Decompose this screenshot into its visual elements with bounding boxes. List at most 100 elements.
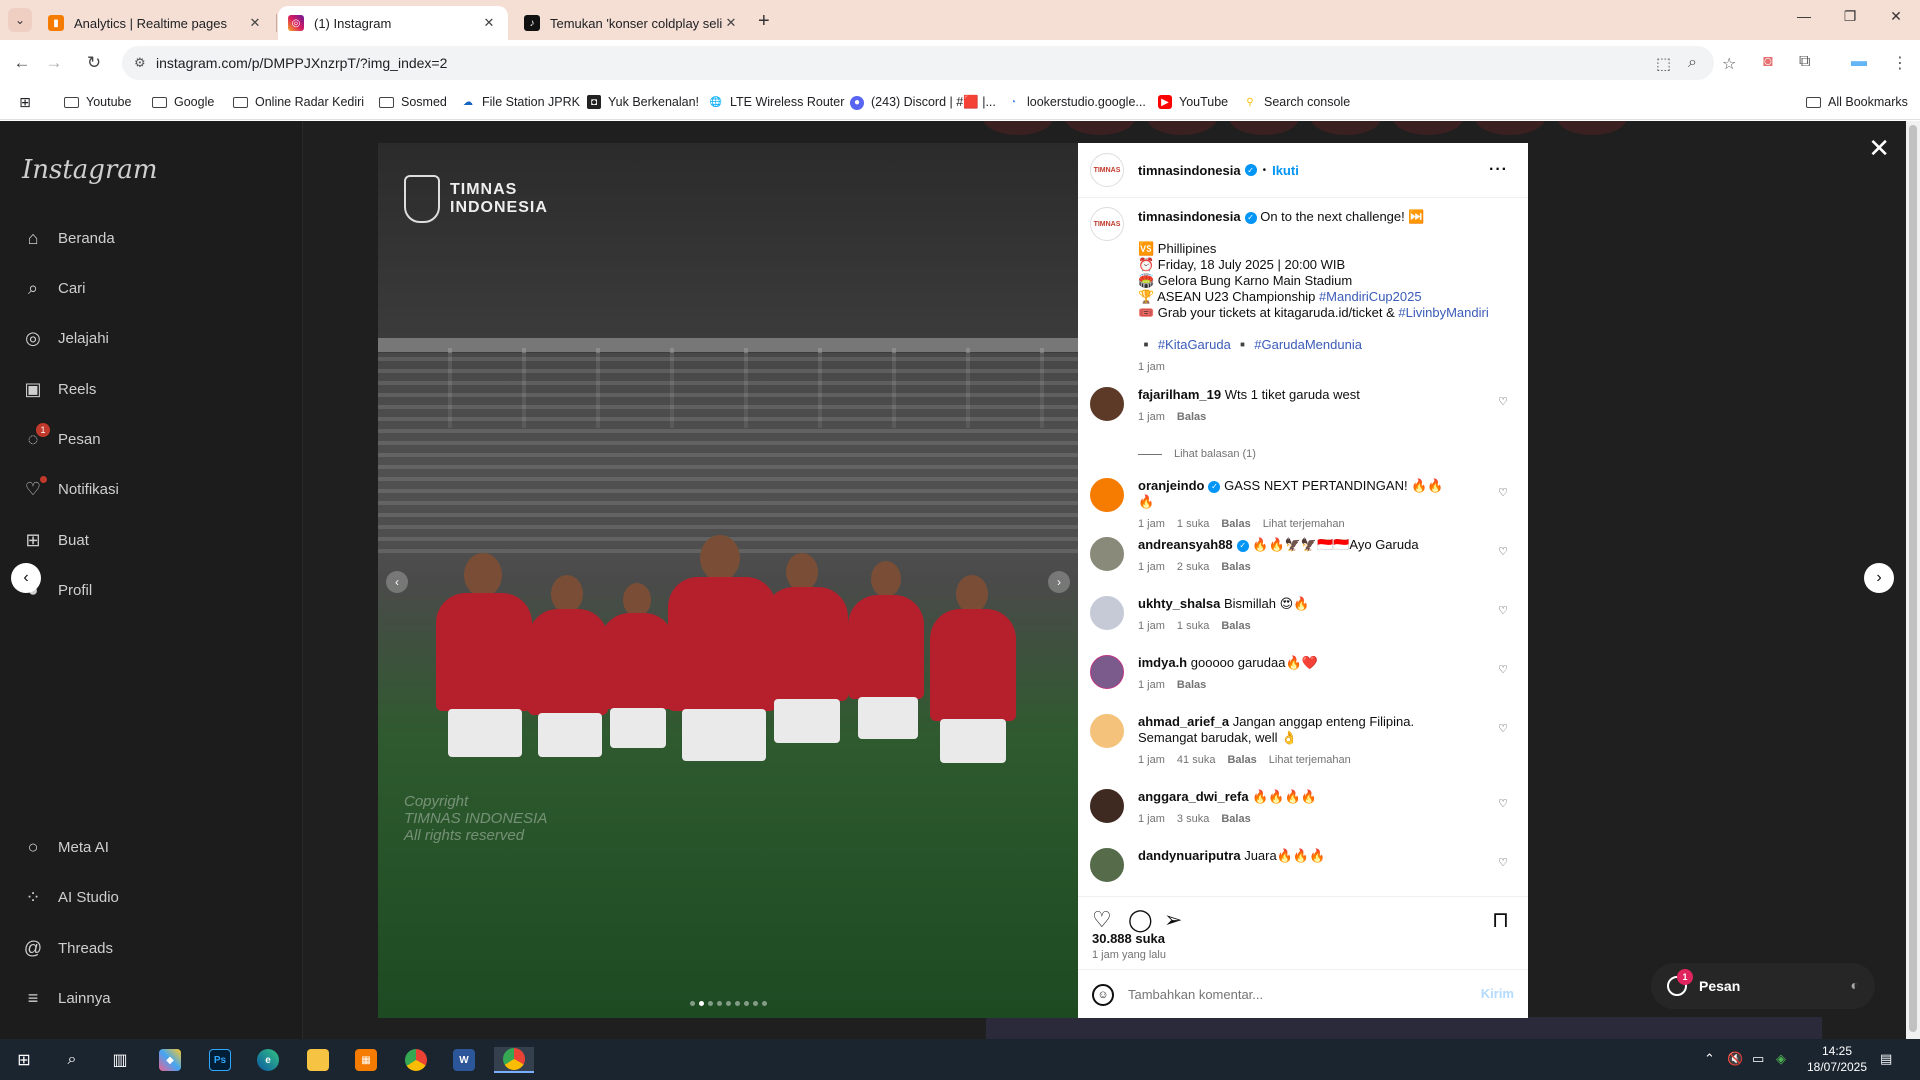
apps-grid-icon[interactable]: ⊞	[18, 94, 39, 110]
commenter-username[interactable]: ukhty_shalsa	[1138, 596, 1220, 611]
scrollbar-thumb[interactable]	[1909, 125, 1917, 1032]
commenter-username[interactable]: ahmad_arief_a	[1138, 714, 1229, 729]
comment-likes[interactable]: 41 suka	[1177, 754, 1216, 766]
bookmark-lookerstudio[interactable]: ◔ lookerstudio.google...	[1006, 95, 1146, 109]
bookmark-youtube[interactable]: ▶ YouTube	[1158, 95, 1228, 109]
bookmark-search-console[interactable]: ⚲ Search console	[1243, 95, 1350, 109]
tab-analytics[interactable]: ▮ Analytics | Realtime pages ✕	[38, 6, 274, 40]
volume-muted-icon[interactable]: 🔇	[1727, 1051, 1743, 1067]
comment-likes[interactable]: 1 suka	[1177, 620, 1209, 632]
new-tab-button[interactable]: +	[758, 10, 770, 33]
commenter-username[interactable]: anggara_dwi_refa	[1138, 789, 1249, 804]
commenter-avatar[interactable]	[1090, 387, 1124, 421]
nav-cari[interactable]: ⌕ Cari	[22, 277, 86, 299]
reply-button[interactable]: Balas	[1177, 411, 1206, 423]
commenter-username[interactable]: fajarilham_19	[1138, 387, 1221, 402]
bookmark-file-station[interactable]: ☁ File Station JPRK	[461, 95, 580, 109]
commenter-username[interactable]: dandynuariputra	[1138, 848, 1241, 863]
close-tab-icon[interactable]: ✕	[246, 14, 264, 32]
restore-button[interactable]: ❐	[1827, 8, 1873, 25]
tab-instagram[interactable]: ◎ (1) Instagram ✕	[278, 6, 508, 40]
like-comment-icon[interactable]: ♡	[1498, 545, 1508, 558]
bookmark-youtube-folder[interactable]: Youtube	[64, 95, 131, 109]
translate-button[interactable]: Lihat terjemahan	[1269, 754, 1351, 766]
commenter-avatar[interactable]	[1090, 848, 1124, 882]
post-image[interactable]: TIMNAS INDONESIA Copyright TIMNAS INDONE…	[378, 143, 1078, 1018]
messages-pill[interactable]: 1 Pesan ◐	[1651, 963, 1875, 1009]
minimize-button[interactable]: —	[1781, 8, 1827, 24]
author-username[interactable]: timnasindonesia	[1138, 163, 1241, 178]
bookmark-lte-router[interactable]: 🌐 LTE Wireless Router	[709, 95, 845, 109]
reply-button[interactable]: Balas	[1221, 813, 1250, 825]
post-comment-button[interactable]: Kirim	[1481, 986, 1514, 1001]
like-comment-icon[interactable]: ♡	[1498, 797, 1508, 810]
chrome-active-icon[interactable]	[494, 1047, 534, 1073]
nav-ai-studio[interactable]: ⁘ AI Studio	[22, 886, 118, 908]
nav-buat[interactable]: ⊞ Buat	[22, 529, 88, 551]
commenter-avatar[interactable]	[1090, 714, 1124, 748]
hashtag-link[interactable]: #LivinbyMandiri	[1398, 305, 1488, 320]
comment-likes[interactable]: 3 suka	[1177, 813, 1209, 825]
profile-avatar-icon[interactable]: ▬	[1851, 53, 1867, 71]
nav-jelajahi[interactable]: ◎ Jelajahi	[22, 327, 109, 349]
like-comment-icon[interactable]: ♡	[1498, 395, 1508, 408]
share-icon[interactable]: ➢	[1164, 907, 1182, 933]
close-tab-icon[interactable]: ✕	[722, 14, 740, 32]
taskbar-clock[interactable]: 14:25 18/07/2025	[1792, 1043, 1882, 1075]
reply-button[interactable]: Balas	[1177, 679, 1206, 691]
comments-scroll-area[interactable]: TIMNAS timnasindonesia ✓ On to the next c…	[1078, 199, 1528, 896]
bookmark-radar-kediri[interactable]: Online Radar Kediri	[233, 95, 364, 109]
nav-lainnya[interactable]: ≡ Lainnya	[22, 987, 111, 1009]
commenter-avatar[interactable]	[1090, 478, 1124, 512]
nav-threads[interactable]: @ Threads	[22, 937, 113, 959]
commenter-avatar[interactable]	[1090, 655, 1124, 689]
save-bookmark-icon[interactable]: ⊓	[1492, 907, 1509, 933]
forward-icon[interactable]: →	[44, 53, 64, 73]
bookmark-google-folder[interactable]: Google	[152, 95, 214, 109]
notifications-icon[interactable]: ▤	[1880, 1051, 1892, 1067]
commenter-username[interactable]: imdya.h	[1138, 655, 1187, 670]
close-tab-icon[interactable]: ✕	[480, 14, 498, 32]
nav-notifikasi[interactable]: ♡ Notifikasi	[22, 476, 119, 500]
hashtag-link[interactable]: #MandiriCup2025	[1319, 289, 1422, 304]
all-bookmarks[interactable]: All Bookmarks	[1806, 95, 1908, 109]
shield-tray-icon[interactable]: ◈	[1776, 1051, 1786, 1067]
extension-icon[interactable]: ◙	[1763, 53, 1773, 71]
follow-button[interactable]: Ikuti	[1272, 163, 1299, 178]
comment-icon[interactable]: ◯	[1128, 907, 1153, 933]
like-count[interactable]: 30.888 suka	[1092, 931, 1165, 946]
nav-beranda[interactable]: ⌂ Beranda	[22, 227, 115, 249]
word-icon[interactable]: W	[444, 1047, 484, 1073]
task-view-icon[interactable]: ▥	[100, 1047, 140, 1073]
close-modal-icon[interactable]: ✕	[1868, 133, 1890, 164]
commenter-username[interactable]: oranjeindo	[1138, 478, 1204, 493]
nav-pesan[interactable]: ◌ 1 Pesan	[22, 423, 101, 450]
site-info-icon[interactable]: ⚙	[134, 55, 150, 71]
reload-icon[interactable]: ↻	[84, 53, 104, 73]
caption-username[interactable]: timnasindonesia	[1138, 209, 1241, 224]
close-window-button[interactable]: ✕	[1873, 8, 1919, 25]
zoom-icon[interactable]: ⌕	[1688, 54, 1697, 72]
hashtag-link[interactable]: #KitaGaruda	[1158, 337, 1231, 352]
commenter-avatar[interactable]	[1090, 537, 1124, 571]
bookmark-sosmed[interactable]: Sosmed	[379, 95, 447, 109]
tab-tiktok[interactable]: ♪ Temukan 'konser coldplay selin ✕	[514, 6, 750, 40]
reply-button[interactable]: Balas	[1227, 754, 1256, 766]
reply-button[interactable]: Balas	[1221, 561, 1250, 573]
page-scrollbar[interactable]	[1906, 121, 1920, 1039]
photoshop-icon[interactable]: Ps	[200, 1047, 240, 1073]
like-comment-icon[interactable]: ♡	[1498, 856, 1508, 869]
previous-post-button[interactable]: ‹	[11, 563, 41, 593]
like-comment-icon[interactable]: ♡	[1498, 604, 1508, 617]
add-comment-input[interactable]	[1128, 984, 1448, 1004]
reply-button[interactable]: Balas	[1221, 620, 1250, 632]
extensions-puzzle-icon[interactable]: ⧉	[1799, 53, 1810, 71]
taskbar-search-icon[interactable]: ⌕	[52, 1047, 92, 1073]
like-comment-icon[interactable]: ♡	[1498, 486, 1508, 499]
bookmark-yuk-berkenalan[interactable]: ◘ Yuk Berkenalan!	[587, 95, 699, 109]
address-bar[interactable]: ⚙ instagram.com/p/DMPPJXnzrpT/?img_index…	[122, 46, 1736, 80]
windows-start-icon[interactable]: ⊞	[4, 1047, 44, 1073]
network-icon[interactable]: ▭	[1752, 1051, 1764, 1067]
like-comment-icon[interactable]: ♡	[1498, 722, 1508, 735]
commenter-username[interactable]: andreansyah88	[1138, 537, 1233, 552]
